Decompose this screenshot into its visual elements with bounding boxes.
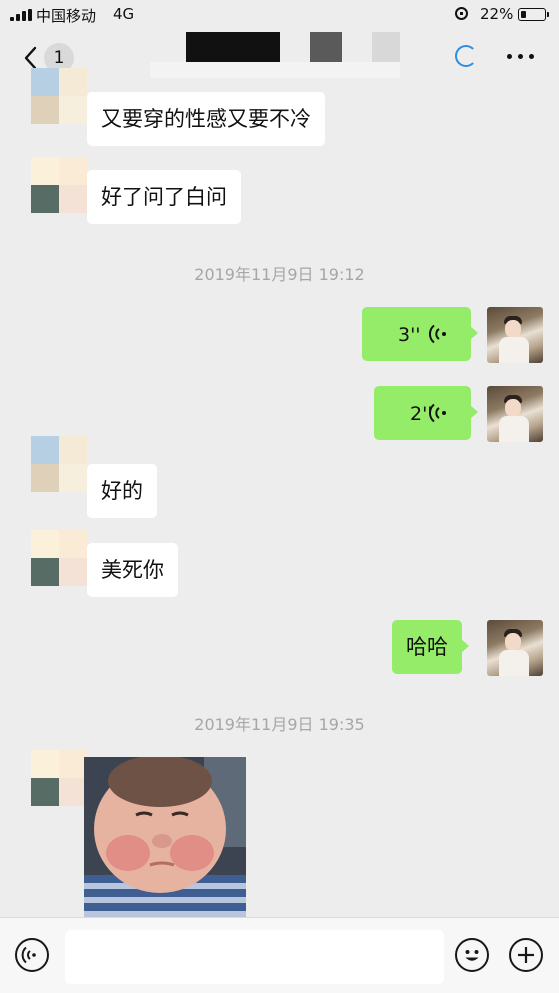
message-bubble[interactable]: 好了问了白问 xyxy=(87,170,241,224)
voice-wave-icon xyxy=(429,403,446,423)
message-bubble[interactable]: 哈哈 xyxy=(392,620,469,674)
contact-avatar[interactable] xyxy=(31,750,87,806)
battery-icon xyxy=(518,8,549,21)
message-input[interactable] xyxy=(65,930,444,984)
status-bar: 中国移动 4G 22% xyxy=(0,0,559,30)
redacted-title-blur xyxy=(150,62,400,78)
my-avatar[interactable] xyxy=(487,386,543,442)
my-avatar[interactable] xyxy=(487,307,543,363)
battery-percent: 22% xyxy=(480,5,514,23)
my-avatar[interactable] xyxy=(487,620,543,676)
battery-level-fill xyxy=(521,11,526,18)
signal-strength-icon xyxy=(10,9,32,21)
contact-avatar[interactable] xyxy=(31,157,87,213)
carrier-name: 中国移动 xyxy=(36,7,97,25)
contact-avatar[interactable] xyxy=(31,68,87,124)
message-timestamp: 2019年11月9日 19:12 xyxy=(194,265,365,284)
voice-message-bubble[interactable]: 3'' xyxy=(362,307,478,361)
voice-duration: 3'' xyxy=(398,324,421,346)
input-bar xyxy=(0,917,559,993)
voice-input-icon[interactable] xyxy=(15,938,49,972)
redacted-title-block xyxy=(372,32,400,62)
emoji-icon[interactable] xyxy=(455,938,489,972)
sticker-image[interactable] xyxy=(84,757,246,917)
network-type: 4G xyxy=(113,5,135,23)
message-bubble[interactable]: 又要穿的性感又要不冷 xyxy=(87,92,325,146)
contact-avatar[interactable] xyxy=(31,530,87,586)
message-timestamp: 2019年11月9日 19:35 xyxy=(194,715,365,734)
voice-message-bubble[interactable]: 2'' xyxy=(374,386,478,440)
orientation-lock-icon xyxy=(455,7,468,20)
loading-spinner-icon xyxy=(455,45,477,67)
voice-wave-icon xyxy=(429,324,446,344)
redacted-title-block xyxy=(310,32,342,62)
contact-avatar[interactable] xyxy=(31,436,87,492)
add-icon[interactable] xyxy=(509,938,543,972)
message-bubble[interactable]: 美死你 xyxy=(87,543,178,597)
more-options-icon[interactable] xyxy=(507,54,535,60)
message-bubble[interactable]: 好的 xyxy=(87,464,157,518)
redacted-title-block xyxy=(186,32,280,62)
